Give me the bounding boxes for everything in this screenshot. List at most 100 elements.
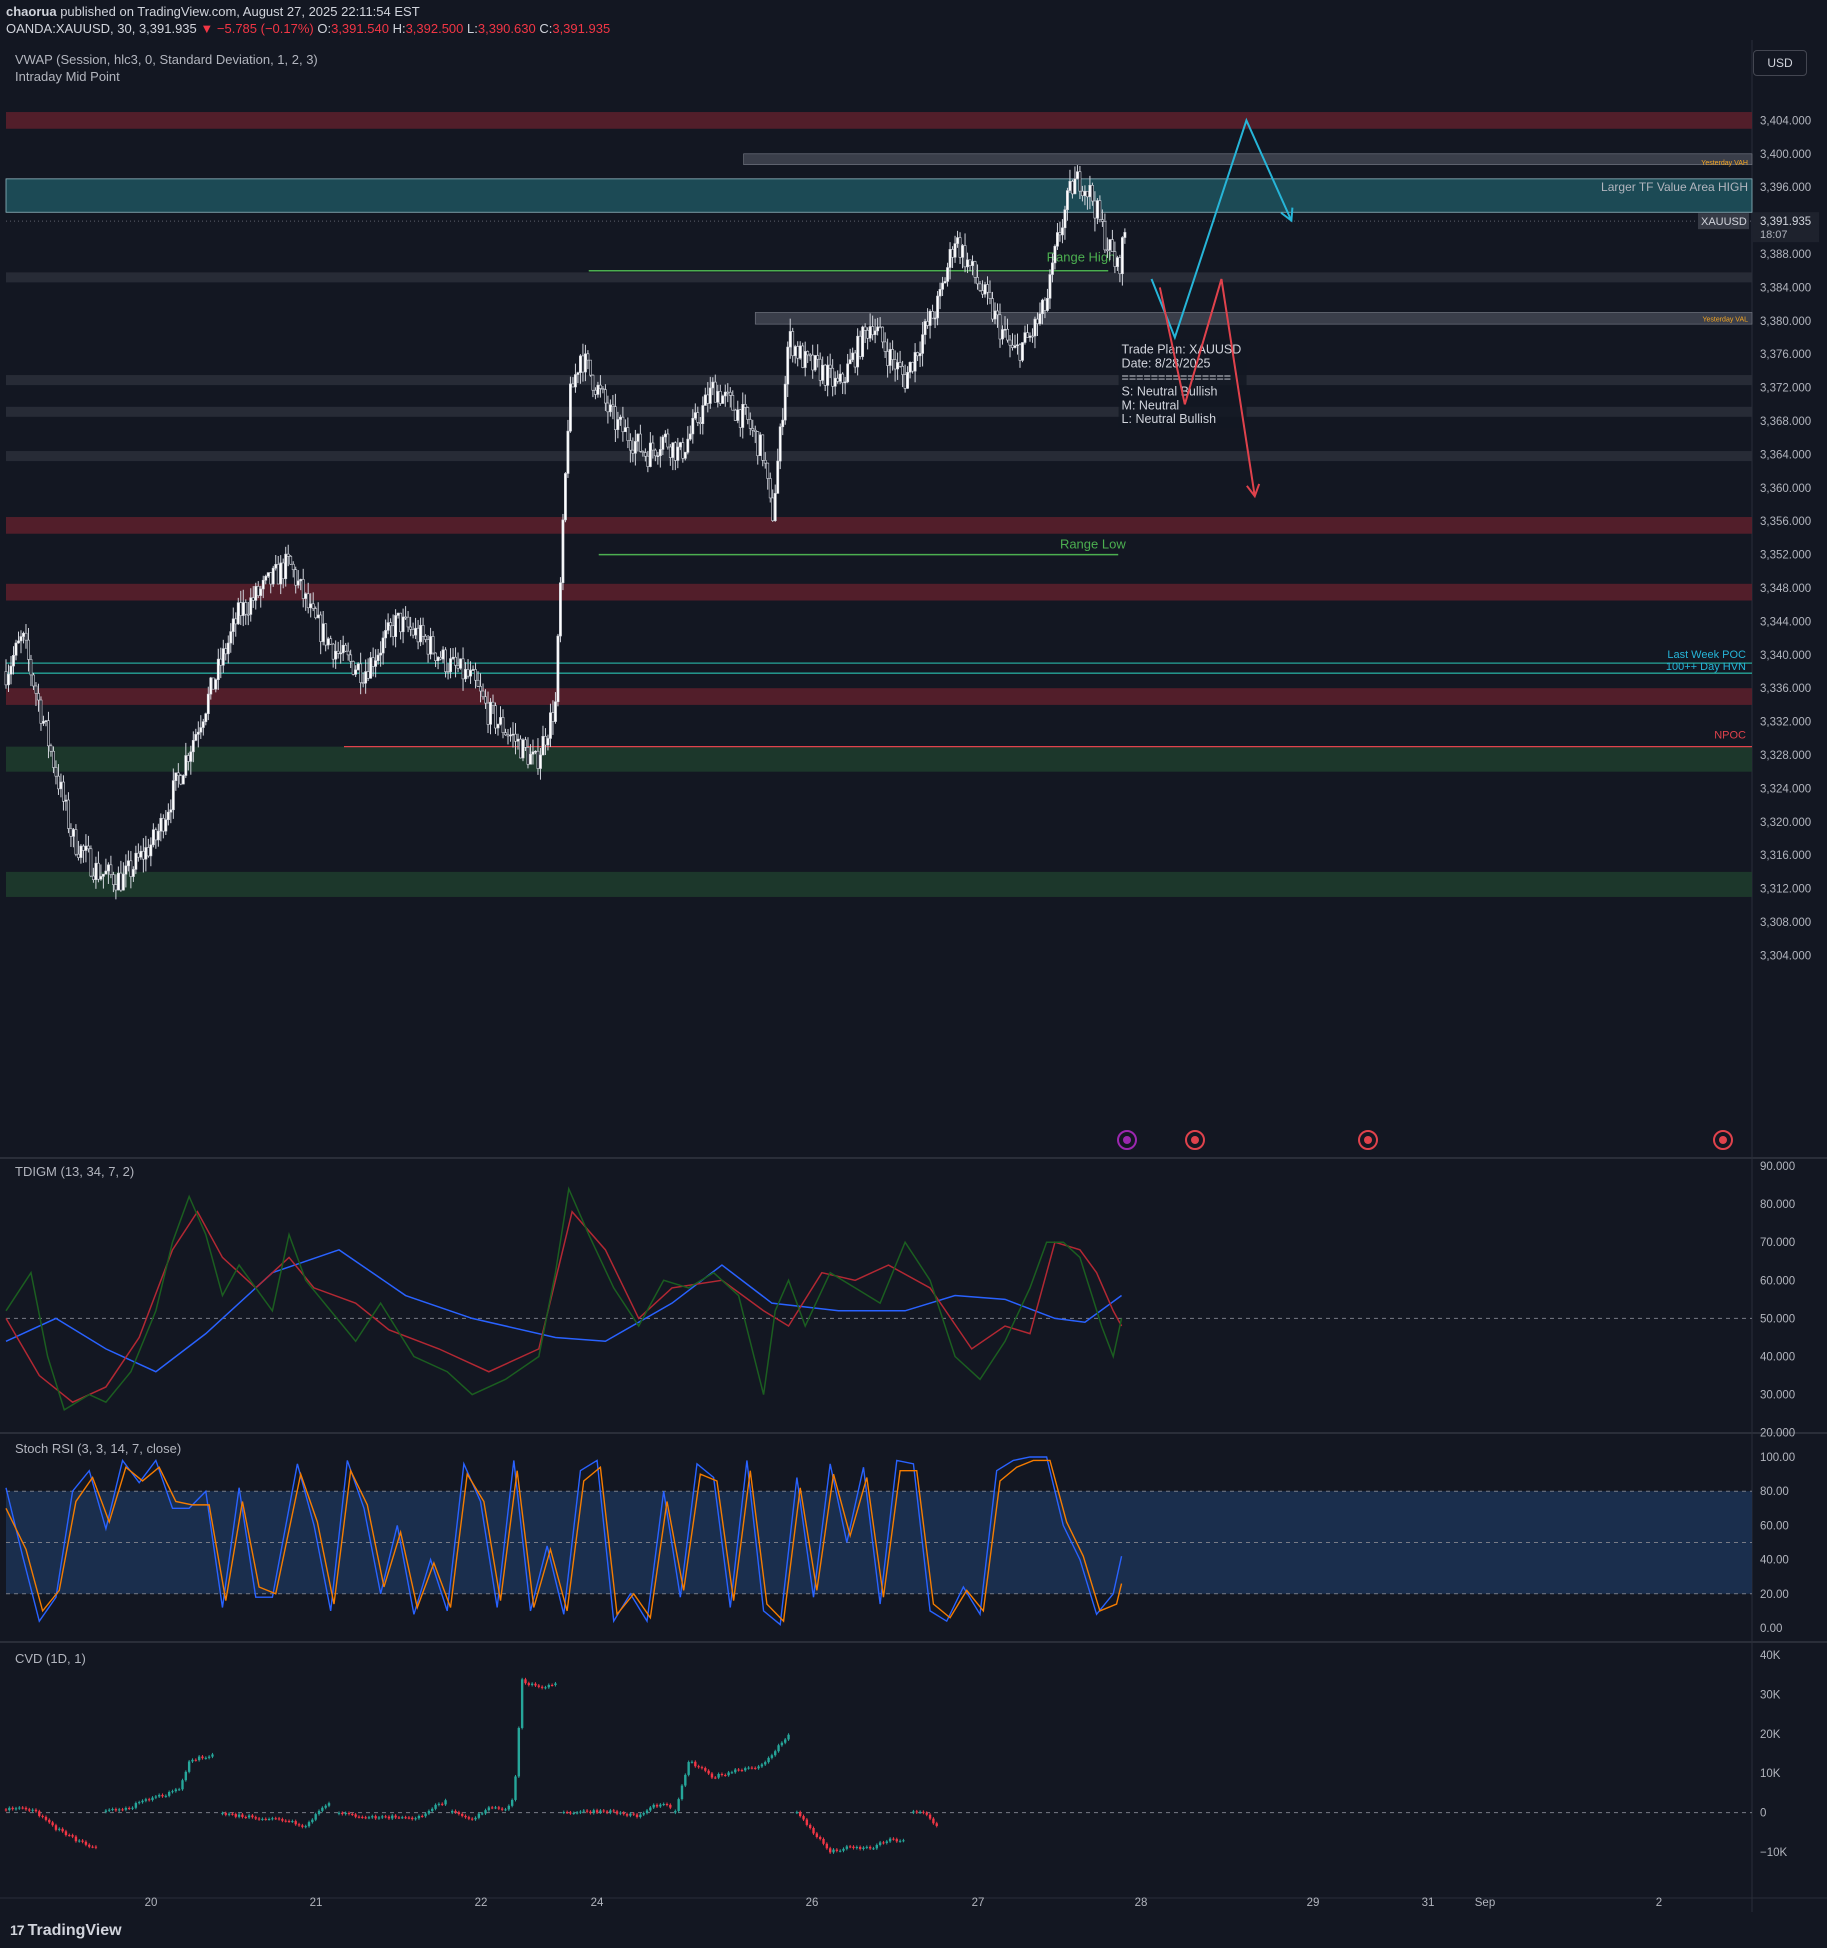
yesterday-vah-label: Yesterday VAH (1701, 160, 1748, 167)
candle-body (623, 427, 627, 433)
candle-body (1093, 200, 1097, 219)
midpoint-indicator-label[interactable]: Intraday Mid Point (15, 69, 120, 84)
cvd-body (494, 1807, 497, 1809)
cvd-body (357, 1816, 361, 1818)
stoch-rsi-indicator-label[interactable]: Stoch RSI (3, 3, 14, 7, close) (15, 1441, 181, 1456)
publisher-name[interactable]: chaorua (6, 4, 57, 19)
candle-body (269, 572, 273, 585)
candle-body (589, 359, 592, 376)
candle-body (686, 438, 690, 453)
candle (289, 555, 293, 565)
candle-body (264, 575, 268, 581)
us-flag-event-icon[interactable] (1713, 1130, 1733, 1150)
time-tick-label: 26 (806, 1897, 819, 1909)
candle-body (39, 699, 43, 724)
cvd-body (177, 1789, 181, 1791)
event-lightning-icon[interactable] (1117, 1130, 1137, 1150)
candle-body (888, 349, 892, 366)
candle-body (471, 669, 475, 671)
candle-body (554, 701, 557, 722)
open-label: O: (317, 21, 332, 36)
cvd-body (680, 1785, 684, 1800)
cvd-body (662, 1804, 665, 1806)
tradingview-logo[interactable]: 17 TradingView (10, 1922, 122, 1940)
us-flag-event-icon[interactable] (1185, 1130, 1205, 1150)
candle-body (626, 427, 630, 441)
cvd-body (912, 1811, 915, 1813)
trade-plan-line: =============== (1122, 370, 1232, 384)
zone-red (6, 112, 1752, 129)
candle-body (109, 864, 113, 875)
currency-button[interactable]: USD (1753, 50, 1807, 76)
time-tick-label: 24 (591, 1897, 604, 1909)
candle-body (848, 359, 852, 365)
cvd-body (421, 1815, 424, 1817)
cvd-tick-label: 10K (1760, 1768, 1781, 1780)
candle-body (99, 876, 103, 880)
cvd-body (540, 1686, 544, 1688)
candle (569, 376, 572, 433)
cvd-body (221, 1813, 224, 1815)
candle-body (638, 433, 642, 452)
candle-body (439, 656, 442, 660)
cvd-indicator-label[interactable]: CVD (1D, 1) (15, 1651, 86, 1666)
cvd-body (454, 1810, 457, 1813)
candle-body (196, 731, 200, 735)
candle-body (823, 364, 827, 386)
candle-body (97, 862, 100, 880)
symbol-label[interactable]: OANDA:XAUUSD, 30 (6, 21, 132, 36)
candle-body (1088, 185, 1092, 198)
chart-canvas[interactable]: Yesterday VAH Yesterday VAL Larger TF Valu… (0, 40, 1827, 1912)
cvd-body (605, 1811, 609, 1813)
candle-body (94, 862, 98, 880)
candle-body (276, 564, 280, 585)
candle-body (406, 616, 410, 628)
candle-body (1016, 344, 1019, 347)
tdigm-indicator-label[interactable]: TDIGM (13, 34, 7, 2) (15, 1164, 134, 1179)
candle-body (59, 781, 63, 790)
cvd-body (4, 1809, 8, 1811)
candle-body (596, 384, 600, 395)
candle-body (284, 553, 288, 580)
cvd-body (118, 1809, 121, 1811)
cvd-candle (680, 1784, 684, 1801)
candle-body (688, 433, 692, 440)
vwap-indicator-label[interactable]: VWAP (Session, hlc3, 0, Standard Deviati… (15, 52, 318, 67)
candle-body (526, 747, 530, 765)
candle-body (341, 644, 345, 654)
candle-body (374, 660, 378, 667)
last-week-poc-label: Last Week POC (1667, 649, 1746, 661)
cvd-body (154, 1796, 158, 1798)
cvd-body (68, 1835, 71, 1837)
candle-body (316, 614, 320, 619)
cvd-body (231, 1813, 234, 1815)
candle-body (466, 669, 470, 677)
cvd-body (770, 1755, 774, 1758)
us-flag-event-icon[interactable] (1358, 1130, 1378, 1150)
candle-body (808, 354, 812, 357)
candle-body (69, 828, 73, 837)
cvd-body (918, 1811, 922, 1813)
price-tick-label: 3,368.000 (1760, 416, 1811, 428)
candle-body (371, 657, 375, 667)
candle-body (504, 732, 507, 736)
candle-body (908, 362, 912, 373)
cvd-body (287, 1820, 291, 1822)
cvd-body (585, 1810, 589, 1812)
candle-body (1068, 181, 1072, 191)
cvd-body (700, 1767, 704, 1769)
cvd-tick-label: 40K (1760, 1650, 1781, 1662)
candle-body (743, 404, 747, 408)
candle-body (274, 564, 278, 569)
cvd-body (184, 1771, 188, 1781)
candle-body (703, 394, 707, 406)
cvd-body (717, 1773, 720, 1778)
candle-body (151, 829, 155, 846)
symbol-tag-label: XAUUSD (1701, 216, 1747, 228)
cvd-body (609, 1810, 612, 1813)
candle-body (671, 442, 675, 458)
candle-body (836, 377, 840, 382)
cvd-body (484, 1810, 487, 1814)
candle-body (746, 407, 750, 420)
candle-body (706, 394, 710, 404)
